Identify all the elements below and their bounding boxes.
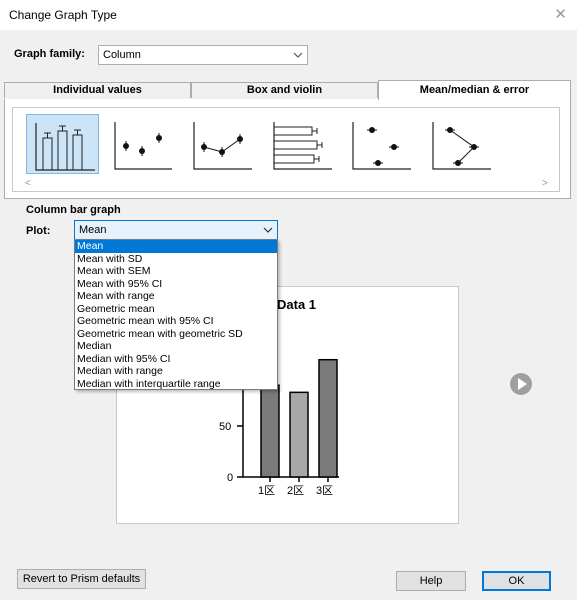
window-title: Change Graph Type bbox=[9, 8, 117, 22]
horizontal-bars-icon bbox=[273, 122, 332, 170]
scroll-left-arrow[interactable]: < bbox=[25, 178, 31, 189]
plot-option[interactable]: Mean with range bbox=[75, 290, 277, 303]
revert-defaults-button[interactable]: Revert to Prism defaults bbox=[17, 569, 146, 589]
close-icon[interactable]: ✕ bbox=[554, 5, 567, 23]
x-tick-label: 3区 bbox=[316, 485, 333, 497]
horizontal-connected-icon bbox=[432, 122, 491, 170]
connected-points-icon bbox=[193, 122, 252, 170]
thumb-column-bar[interactable] bbox=[26, 114, 99, 174]
plot-dropdown-list: Mean Mean with SD Mean with SEM Mean with 9… bbox=[74, 239, 278, 390]
tab-mean-median-error[interactable]: Mean/median & error bbox=[378, 80, 571, 100]
scroll-right-arrow[interactable]: > bbox=[542, 178, 548, 189]
thumb-connected-points[interactable] bbox=[184, 114, 257, 174]
graph-family-select[interactable]: Column bbox=[98, 45, 308, 65]
chart-title: Data 1 bbox=[277, 297, 316, 312]
play-arrow bbox=[518, 378, 527, 390]
y-tick-label: 50 bbox=[219, 421, 231, 433]
thumb-horizontal-points[interactable] bbox=[343, 114, 416, 174]
chart-bar bbox=[289, 391, 309, 478]
tab-box-and-violin[interactable]: Box and violin bbox=[191, 82, 378, 98]
plot-option[interactable]: Geometric mean with geometric SD bbox=[75, 328, 277, 341]
plot-option[interactable]: Mean with 95% CI bbox=[75, 278, 277, 291]
x-tick-label: 2区 bbox=[287, 485, 304, 497]
plot-option[interactable]: Median with interquartile range bbox=[75, 378, 277, 391]
y-tick-label: 0 bbox=[227, 472, 233, 484]
x-tick-label: 1区 bbox=[258, 485, 275, 497]
scatter-points-icon bbox=[114, 122, 172, 170]
tab-individual-values[interactable]: Individual values bbox=[4, 82, 191, 98]
plot-option[interactable]: Mean with SEM bbox=[75, 265, 277, 278]
play-icon[interactable] bbox=[510, 373, 532, 395]
thumb-horizontal-connected[interactable] bbox=[423, 114, 496, 174]
ok-button[interactable]: OK bbox=[482, 571, 551, 591]
plot-select[interactable]: Mean bbox=[74, 220, 278, 240]
plot-option[interactable]: Mean bbox=[75, 240, 277, 253]
chevron-down-icon bbox=[263, 227, 273, 233]
plot-option[interactable]: Geometric mean bbox=[75, 303, 277, 316]
graph-family-label: Graph family: bbox=[14, 48, 85, 60]
thumb-horizontal-bars[interactable] bbox=[264, 114, 337, 174]
plot-label: Plot: bbox=[26, 225, 51, 237]
section-title: Column bar graph bbox=[26, 204, 121, 216]
graph-type-gallery: < > bbox=[12, 107, 560, 192]
thumb-scatter-points[interactable] bbox=[104, 114, 177, 174]
plot-option[interactable]: Median with 95% CI bbox=[75, 353, 277, 366]
horizontal-points-icon bbox=[352, 122, 411, 170]
help-button[interactable]: Help bbox=[396, 571, 466, 591]
chart-bar bbox=[318, 358, 338, 478]
chart-bar bbox=[260, 384, 280, 478]
graph-family-value: Column bbox=[103, 49, 141, 61]
plot-option[interactable]: Mean with SD bbox=[75, 253, 277, 266]
plot-option[interactable]: Median bbox=[75, 340, 277, 353]
y-axis-ticks bbox=[237, 425, 243, 478]
tab-strip: Individual values Box and violin Mean/me… bbox=[4, 80, 571, 100]
chevron-down-icon bbox=[293, 52, 303, 58]
plot-value: Mean bbox=[79, 224, 107, 236]
column-bar-icon bbox=[35, 123, 95, 171]
plot-option[interactable]: Geometric mean with 95% CI bbox=[75, 315, 277, 328]
plot-option[interactable]: Median with range bbox=[75, 365, 277, 378]
